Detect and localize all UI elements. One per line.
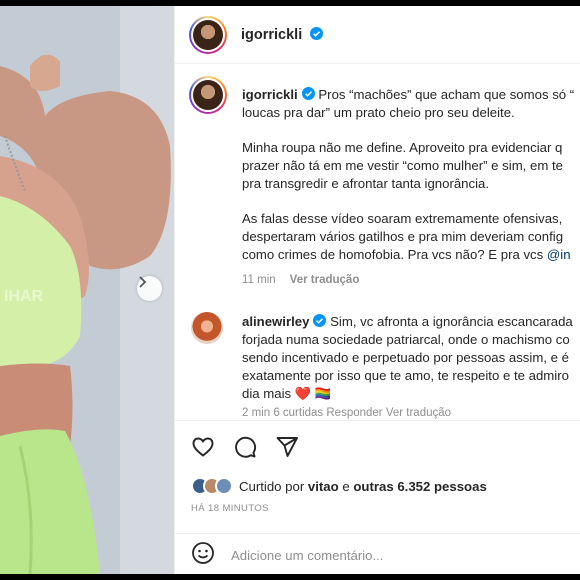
caption-line: despertaram vários gatilhos e pra mim de…: [242, 229, 564, 244]
author-avatar[interactable]: [189, 15, 227, 54]
caption-mention[interactable]: @in: [547, 247, 571, 262]
comments-section[interactable]: igorrickli Pros “machões” que acham que …: [175, 64, 580, 420]
liked-by-user[interactable]: vitao: [308, 479, 339, 494]
caption-line: pra transgredir e afrontar tanta ignorân…: [242, 176, 490, 191]
comment-line: sendo incentivado e perpetuado por pesso…: [242, 350, 569, 365]
carousel-next-button[interactable]: [137, 276, 162, 301]
comment-button[interactable]: [233, 435, 257, 459]
caption-line: como crimes de homofobia. Pra vcs não? E…: [242, 247, 547, 262]
heart-icon: [192, 437, 214, 457]
post-date[interactable]: HÁ 18 MINUTOS: [191, 503, 269, 514]
likes-summary[interactable]: Curtido por vitao e outras 6.352 pessoas: [191, 477, 487, 495]
caption-avatar[interactable]: [189, 76, 227, 114]
like-button[interactable]: [191, 435, 215, 459]
caption-username[interactable]: igorrickli: [242, 87, 298, 102]
comment-icon: [235, 436, 257, 458]
comment-meta[interactable]: 2 min 6 curtidas Responder Ver tradução: [242, 407, 451, 419]
commenter-avatar[interactable]: [191, 312, 223, 344]
comment-emojis: ❤️ 🏳️‍🌈: [294, 386, 332, 401]
caption-line: loucas pra dar” um prato cheio pro seu d…: [242, 105, 515, 120]
chevron-right-icon: [139, 276, 147, 288]
post-photo[interactable]: IHAR: [0, 6, 174, 574]
action-buttons: [191, 435, 299, 459]
verified-badge-icon: [313, 314, 327, 327]
likes-text: Curtido por vitao e outras 6.352 pessoas: [239, 478, 487, 494]
caption-line: As falas desse vídeo soaram extremamente…: [242, 211, 563, 226]
post-actions: Curtido por vitao e outras 6.352 pessoas…: [175, 420, 580, 566]
comment-text: alinewirley Sim, vc afronta a ignorância…: [242, 313, 580, 403]
liker-avatar: [215, 477, 233, 495]
commenter-username[interactable]: alinewirley: [242, 314, 309, 329]
svg-text:IHAR: IHAR: [4, 288, 44, 305]
liked-by-others[interactable]: outras 6.352 pessoas: [353, 479, 486, 494]
author-username[interactable]: igorrickli: [241, 26, 324, 43]
verified-badge-icon: [310, 26, 324, 40]
instagram-post-viewer: IHAR igorrickli igorrickli Pros “machões…: [0, 6, 580, 574]
comment-line: forjada numa sociedade patriarcal, onde …: [242, 332, 570, 347]
comment-line: Sim, vc afronta a ignorância escancarada: [330, 314, 573, 329]
post-header: igorrickli: [175, 6, 580, 64]
comment-input[interactable]: [231, 548, 531, 563]
verified-badge-icon: [301, 87, 315, 100]
caption-line: Minha roupa não me define. Aproveito pra…: [242, 140, 563, 155]
post-side-panel: igorrickli igorrickli Pros “machões” que…: [174, 6, 580, 574]
add-comment-bar: [175, 533, 580, 574]
caption-line: prazer não tá em me vestir “como mulher”…: [242, 158, 563, 173]
see-translation-link[interactable]: Ver tradução: [290, 274, 360, 286]
share-button[interactable]: [275, 435, 299, 459]
share-icon: [276, 437, 298, 457]
caption-time[interactable]: 11 min: [242, 274, 276, 286]
comment-line: dia mais: [242, 386, 292, 401]
caption-text: igorrickli Pros “machões” que acham que …: [242, 86, 580, 289]
caption-meta: 11 min Ver tradução: [242, 271, 580, 289]
caption-line: Pros “machões” que acham que somos só “: [318, 87, 575, 102]
emoji-button[interactable]: [191, 541, 215, 570]
emoji-icon: [192, 542, 214, 564]
comment-line: exatamente por isso que te amo, te respe…: [242, 368, 569, 383]
